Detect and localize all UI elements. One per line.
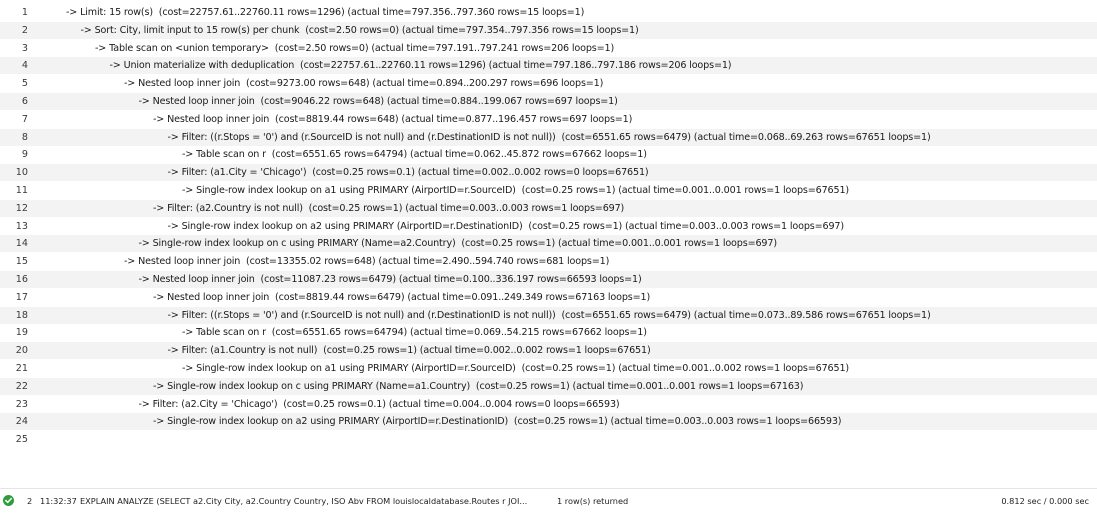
- editor-line[interactable]: 19 -> Table scan on r (cost=6551.65 rows=…: [0, 324, 1097, 341]
- line-number: 14: [15, 238, 28, 250]
- output-row-number: 2: [27, 496, 33, 506]
- line-number: 20: [15, 345, 28, 357]
- line-number: 9: [21, 149, 28, 161]
- line-text: -> Nested loop inner join (cost=13355.02…: [124, 256, 610, 268]
- line-text: -> Filter: ((r.Stops = '0') and (r.Sourc…: [167, 131, 931, 143]
- editor-line[interactable]: 10 -> Filter: (a1.City = 'Chicago') (cost…: [0, 164, 1097, 182]
- editor-line[interactable]: 3 -> Table scan on <union temporary> (cos…: [0, 40, 1097, 57]
- editor-line[interactable]: 4 -> Union materialize with deduplication…: [0, 57, 1097, 75]
- editor-line[interactable]: 25: [0, 431, 1097, 448]
- success-check-icon: [3, 495, 14, 506]
- line-number: 17: [15, 291, 28, 303]
- editor-line[interactable]: 22 -> Single-row index lookup on c using …: [0, 377, 1097, 395]
- editor-line[interactable]: 16 -> Nested loop inner join (cost=11087.…: [0, 271, 1097, 288]
- line-text: -> Limit: 15 row(s) (cost=22757.61..2276…: [66, 7, 585, 18]
- editor-line[interactable]: 13 -> Single-row index lookup on a2 using…: [0, 218, 1097, 235]
- editor-line[interactable]: 6 -> Nested loop inner join (cost=9046.22…: [0, 93, 1097, 110]
- line-number: 3: [21, 42, 28, 54]
- line-number: 11: [15, 185, 28, 196]
- line-number: 7: [21, 113, 28, 125]
- line-number: 16: [15, 274, 28, 285]
- line-number: 21: [15, 363, 28, 374]
- line-text: -> Filter: (a1.City = 'Chicago') (cost=0…: [167, 167, 649, 179]
- editor-line[interactable]: 12 -> Filter: (a2.Country is not null) (c…: [0, 199, 1097, 217]
- line-text: -> Nested loop inner join (cost=8819.44 …: [153, 291, 651, 303]
- line-number: 6: [21, 96, 28, 107]
- editor-line[interactable]: 2 -> Sort: City, limit input to 15 row(s)…: [0, 21, 1097, 39]
- line-text: -> Nested loop inner join (cost=8819.44 …: [153, 113, 633, 125]
- output-time: 11:32:37: [40, 496, 77, 506]
- line-number: 19: [15, 327, 28, 339]
- line-text: -> Single-row index lookup on a2 using P…: [153, 416, 842, 428]
- line-number: 15: [15, 256, 28, 268]
- query-result-editor[interactable]: 1 -> Limit: 15 row(s) (cost=22757.61..227…: [0, 0, 1097, 470]
- editor-line[interactable]: 21 -> Single-row index lookup on a1 using…: [0, 360, 1097, 377]
- editor-line[interactable]: 11 -> Single-row index lookup on a1 using…: [0, 182, 1097, 199]
- line-number: 5: [21, 78, 28, 90]
- editor-line[interactable]: 15 -> Nested loop inner join (cost=13355.…: [0, 253, 1097, 270]
- editor-line[interactable]: 5 -> Nested loop inner join (cost=9273.00…: [0, 75, 1097, 92]
- line-text: -> Sort: City, limit input to 15 row(s) …: [80, 24, 639, 36]
- line-text: -> Single-row index lookup on a2 using P…: [167, 220, 845, 232]
- line-text: -> Filter: (a2.City = 'Chicago') (cost=0…: [138, 398, 620, 410]
- line-number: 25: [15, 434, 28, 446]
- output-action: EXPLAIN ANALYZE (SELECT a2.City City, a2…: [80, 496, 528, 506]
- line-text: -> Single-row index lookup on c using PR…: [138, 238, 778, 250]
- editor-line[interactable]: 18 -> Filter: ((r.Stops = '0') and (r.Sou…: [0, 306, 1097, 324]
- editor-line[interactable]: 7 -> Nested loop inner join (cost=8819.44…: [0, 111, 1097, 128]
- line-text: -> Single-row index lookup on a1 using P…: [182, 363, 850, 374]
- editor-line[interactable]: 24 -> Single-row index lookup on a2 using…: [0, 413, 1097, 431]
- editor-line[interactable]: 9 -> Table scan on r (cost=6551.65 rows=6…: [0, 146, 1097, 163]
- line-text: -> Table scan on r (cost=6551.65 rows=64…: [182, 327, 647, 339]
- output-message: 1 row(s) returned: [557, 496, 629, 506]
- editor-line[interactable]: 1 -> Limit: 15 row(s) (cost=22757.61..227…: [0, 4, 1097, 21]
- line-number: 22: [15, 380, 28, 392]
- line-number: 1: [21, 7, 28, 18]
- line-number: 10: [15, 167, 28, 179]
- line-text: -> Filter: ((r.Stops = '0') and (r.Sourc…: [167, 309, 931, 321]
- editor-line[interactable]: 17 -> Nested loop inner join (cost=8819.4…: [0, 289, 1097, 306]
- line-number: 24: [15, 416, 28, 428]
- line-number: 18: [15, 309, 28, 321]
- action-output-row[interactable]: 2 11:32:37 EXPLAIN ANALYZE (SELECT a2.Ci…: [0, 488, 1097, 513]
- line-text: -> Nested loop inner join (cost=11087.23…: [138, 274, 642, 285]
- line-text: -> Filter: (a1.Country is not null) (cos…: [167, 345, 651, 357]
- line-text: -> Single-row index lookup on c using PR…: [153, 380, 804, 392]
- line-number: 13: [15, 220, 28, 232]
- line-number: 2: [21, 24, 28, 36]
- line-text: -> Table scan on r (cost=6551.65 rows=64…: [182, 149, 647, 161]
- editor-line[interactable]: 23 -> Filter: (a2.City = 'Chicago') (cost…: [0, 396, 1097, 413]
- line-text: -> Table scan on <union temporary> (cost…: [95, 42, 615, 54]
- line-number: 23: [15, 398, 28, 410]
- line-text: -> Single-row index lookup on a1 using P…: [182, 185, 850, 196]
- line-text: -> Union materialize with deduplication …: [109, 60, 732, 72]
- editor-line[interactable]: 20 -> Filter: (a1.Country is not null) (c…: [0, 342, 1097, 360]
- line-number: 8: [21, 131, 28, 143]
- output-duration: 0.812 sec / 0.000 sec: [1001, 496, 1089, 506]
- line-number: 12: [15, 202, 28, 214]
- editor-line[interactable]: 14 -> Single-row index lookup on c using …: [0, 235, 1097, 253]
- line-number: 4: [21, 60, 28, 72]
- line-text: -> Nested loop inner join (cost=9273.00 …: [124, 78, 604, 90]
- line-text: -> Filter: (a2.Country is not null) (cos…: [153, 202, 625, 214]
- line-text: -> Nested loop inner join (cost=9046.22 …: [138, 96, 618, 107]
- editor-line[interactable]: 8 -> Filter: ((r.Stops = '0') and (r.Sour…: [0, 128, 1097, 146]
